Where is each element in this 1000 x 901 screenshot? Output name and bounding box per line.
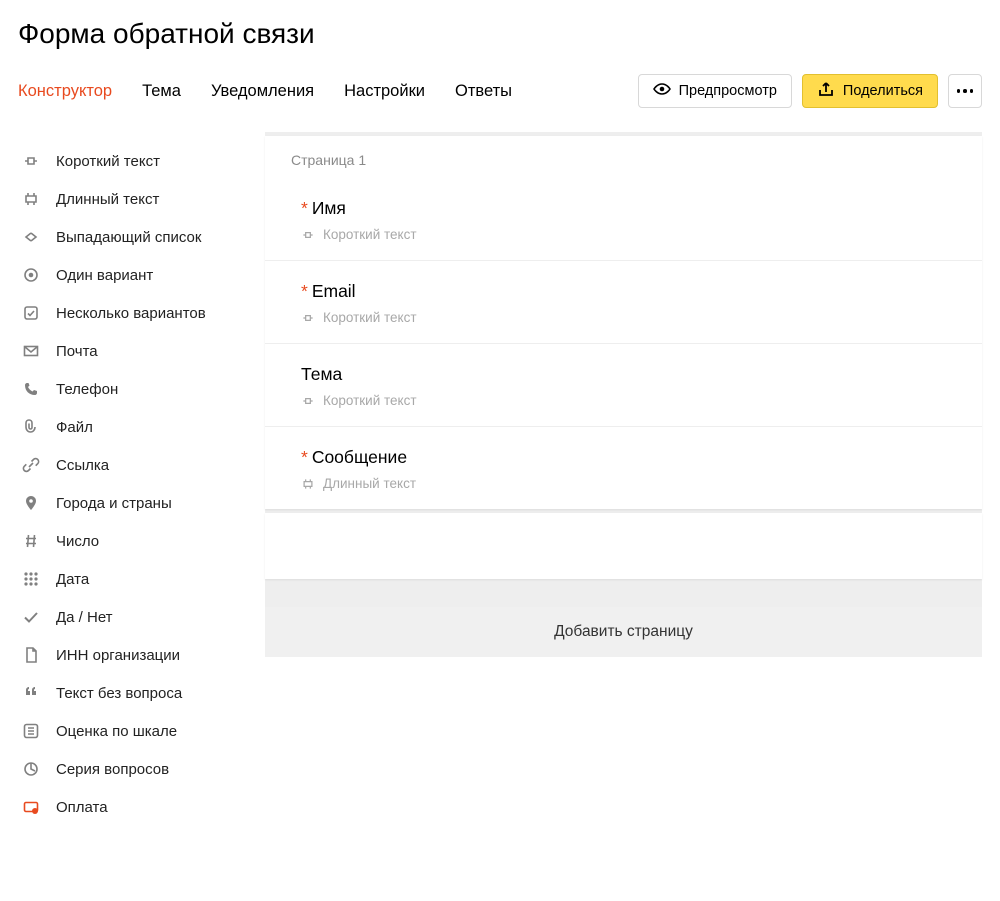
sidebar-item-label: Дата: [56, 571, 89, 588]
date-icon: [22, 570, 40, 588]
sidebar-item-label: Файл: [56, 419, 93, 436]
sidebar-item-label: Один вариант: [56, 267, 153, 284]
file-icon: [22, 418, 40, 436]
preview-button[interactable]: Предпросмотр: [638, 74, 792, 108]
share-button[interactable]: Поделиться: [802, 74, 938, 108]
sidebar-item-label: Да / Нет: [56, 609, 113, 626]
question-title: *Имя: [301, 198, 956, 219]
sidebar-item-label: Несколько вариантов: [56, 305, 206, 322]
sidebar-item-label: Короткий текст: [56, 153, 160, 170]
sidebar-item-series[interactable]: Серия вопросов: [18, 750, 265, 788]
sidebar-item-label: Текст без вопроса: [56, 685, 182, 702]
question-type: Короткий текст: [301, 227, 956, 242]
question-title: *Email: [301, 281, 956, 302]
short-text-icon: [301, 394, 315, 408]
question-type: Короткий текст: [301, 310, 956, 325]
sidebar-item-quote[interactable]: Текст без вопроса: [18, 674, 265, 712]
dropdown-icon: [22, 228, 40, 246]
sidebar-item-mail[interactable]: Почта: [18, 332, 265, 370]
question-item[interactable]: *Имя Короткий текст: [265, 178, 982, 261]
hash-icon: [22, 532, 40, 550]
sidebar: Короткий текст Длинный текст Выпадающий сп…: [18, 132, 265, 826]
question-type-label: Короткий текст: [323, 227, 417, 242]
phone-icon: [22, 380, 40, 398]
sidebar-item-label: Почта: [56, 343, 98, 360]
long-text-icon: [301, 477, 315, 491]
sidebar-item-label: Оплата: [56, 799, 108, 816]
builder-main: Страница 1 *Имя Короткий текст *Email Корот…: [265, 132, 982, 657]
sidebar-item-label: Серия вопросов: [56, 761, 169, 778]
sidebar-item-label: Длинный текст: [56, 191, 159, 208]
card-ghost: [265, 513, 982, 579]
tab-3[interactable]: Настройки: [344, 82, 425, 101]
payment-icon: [22, 798, 40, 816]
eye-icon: [653, 82, 671, 100]
sidebar-item-geo[interactable]: Города и страны: [18, 484, 265, 522]
geo-icon: [22, 494, 40, 512]
page-card: Страница 1 *Имя Короткий текст *Email Корот…: [265, 136, 982, 509]
sidebar-item-check[interactable]: Да / Нет: [18, 598, 265, 636]
required-asterisk: *: [301, 447, 308, 467]
sidebar-item-scale[interactable]: Оценка по шкале: [18, 712, 265, 750]
mail-icon: [22, 342, 40, 360]
link-icon: [22, 456, 40, 474]
preview-label: Предпросмотр: [679, 83, 777, 99]
question-type: Длинный текст: [301, 476, 956, 491]
sidebar-item-label: ИНН организации: [56, 647, 180, 664]
sidebar-item-label: Телефон: [56, 381, 118, 398]
long-text-icon: [22, 190, 40, 208]
share-icon: [817, 81, 835, 101]
sidebar-item-label: Оценка по шкале: [56, 723, 177, 740]
checkbox-icon: [22, 304, 40, 322]
question-title: *Сообщение: [301, 447, 956, 468]
question-type: Короткий текст: [301, 393, 956, 408]
sidebar-item-long-text[interactable]: Длинный текст: [18, 180, 265, 218]
scale-icon: [22, 722, 40, 740]
question-type-label: Длинный текст: [323, 476, 416, 491]
series-icon: [22, 760, 40, 778]
question-type-label: Короткий текст: [323, 310, 417, 325]
sidebar-item-hash[interactable]: Число: [18, 522, 265, 560]
dots-icon: [957, 89, 974, 93]
short-text-icon: [301, 311, 315, 325]
share-label: Поделиться: [843, 83, 923, 99]
page-title: Форма обратной связи: [18, 18, 982, 50]
page-label: Страница 1: [265, 136, 982, 178]
quote-icon: [22, 684, 40, 702]
sidebar-item-label: Число: [56, 533, 99, 550]
required-asterisk: *: [301, 198, 308, 218]
required-asterisk: *: [301, 281, 308, 301]
short-text-icon: [22, 152, 40, 170]
question-type-label: Короткий текст: [323, 393, 417, 408]
sidebar-item-date[interactable]: Дата: [18, 560, 265, 598]
check-icon: [22, 608, 40, 626]
sidebar-item-phone[interactable]: Телефон: [18, 370, 265, 408]
more-button[interactable]: [948, 74, 982, 108]
question-item[interactable]: *Сообщение Длинный текст: [265, 427, 982, 509]
sidebar-item-file[interactable]: Файл: [18, 408, 265, 446]
question-item[interactable]: Тема Короткий текст: [265, 344, 982, 427]
tab-0[interactable]: Конструктор: [18, 82, 112, 101]
sidebar-item-short-text[interactable]: Короткий текст: [18, 142, 265, 180]
question-item[interactable]: *Email Короткий текст: [265, 261, 982, 344]
radio-icon: [22, 266, 40, 284]
sidebar-item-label: Ссылка: [56, 457, 109, 474]
tab-1[interactable]: Тема: [142, 82, 181, 101]
sidebar-item-radio[interactable]: Один вариант: [18, 256, 265, 294]
sidebar-item-label: Города и страны: [56, 495, 172, 512]
tab-4[interactable]: Ответы: [455, 82, 512, 101]
short-text-icon: [301, 228, 315, 242]
sidebar-item-dropdown[interactable]: Выпадающий список: [18, 218, 265, 256]
sidebar-item-checkbox[interactable]: Несколько вариантов: [18, 294, 265, 332]
question-title: Тема: [301, 364, 956, 385]
doc-icon: [22, 646, 40, 664]
tabs-row: Конструктор Тема Уведомления Настройки Ответ…: [18, 74, 982, 126]
add-page-button[interactable]: Добавить страницу: [265, 607, 982, 657]
tab-2[interactable]: Уведомления: [211, 82, 314, 101]
sidebar-item-label: Выпадающий список: [56, 229, 201, 246]
sidebar-item-link[interactable]: Ссылка: [18, 446, 265, 484]
sidebar-item-payment[interactable]: Оплата: [18, 788, 265, 826]
sidebar-item-doc[interactable]: ИНН организации: [18, 636, 265, 674]
